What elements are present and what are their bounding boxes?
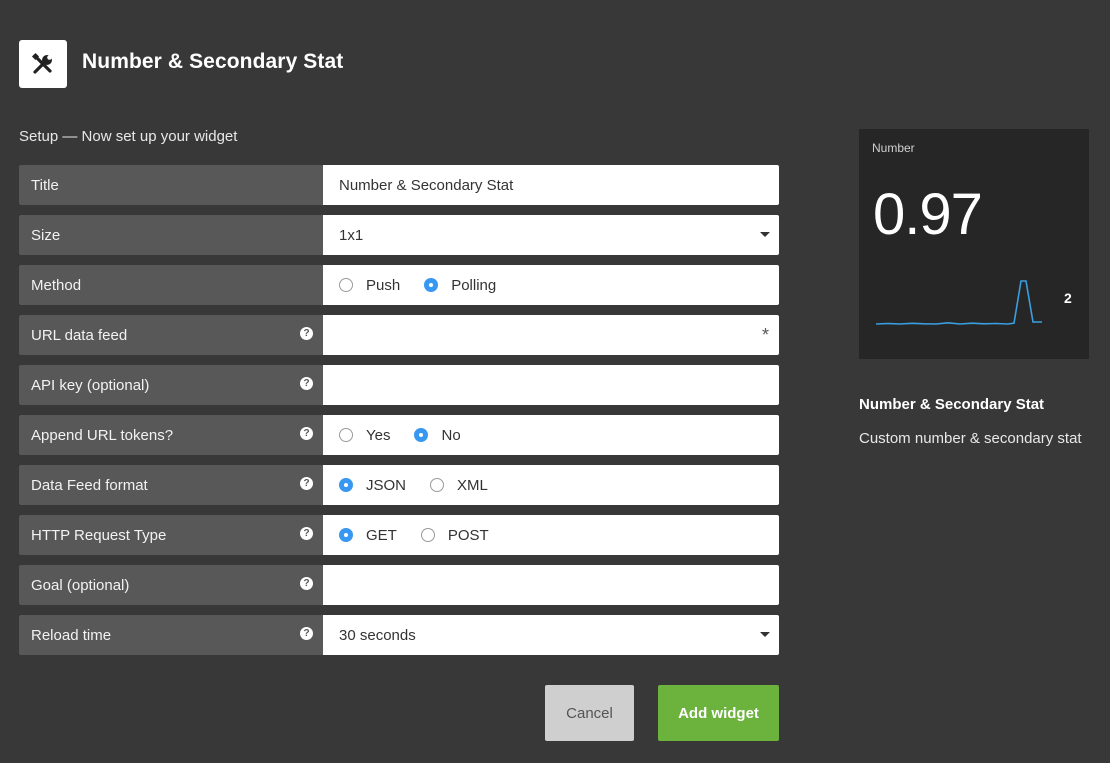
format-option-json[interactable]: JSON bbox=[339, 477, 406, 494]
reload-time-label-text: Reload time bbox=[31, 626, 112, 644]
radio-json[interactable] bbox=[339, 478, 353, 492]
chevron-down-icon bbox=[760, 632, 770, 637]
cancel-button[interactable]: Cancel bbox=[545, 685, 634, 741]
page-title: Number & Secondary Stat bbox=[82, 50, 344, 73]
form-row-api-key: API key (optional) ? bbox=[19, 365, 779, 405]
radio-push-label: Push bbox=[366, 276, 401, 294]
radio-polling[interactable] bbox=[424, 278, 439, 292]
size-select-value: 1x1 bbox=[339, 226, 364, 244]
radio-post[interactable] bbox=[420, 528, 435, 542]
radio-post-label: POST bbox=[447, 526, 489, 544]
form-row-method: Method Push Polling bbox=[19, 265, 779, 305]
widget-name: Number & Secondary Stat bbox=[859, 396, 1045, 413]
goal-label-text: Goal (optional) bbox=[31, 576, 130, 594]
required-asterisk: * bbox=[761, 325, 769, 345]
widget-preview: Number 0.97 2 bbox=[859, 129, 1089, 359]
help-icon[interactable]: ? bbox=[300, 477, 313, 490]
title-input[interactable]: Number & Secondary Stat bbox=[323, 165, 779, 205]
request-option-get[interactable]: GET bbox=[339, 527, 397, 544]
reload-time-label: Reload time ? bbox=[19, 615, 323, 655]
help-icon[interactable]: ? bbox=[300, 527, 313, 540]
widget-description: Custom number & secondary stat bbox=[859, 430, 1082, 447]
sparkline-line bbox=[876, 280, 1042, 325]
form-row-url-data-feed: URL data feed ? * bbox=[19, 315, 779, 355]
form-row-http-request-type: HTTP Request Type ? GET POST bbox=[19, 515, 779, 555]
reload-time-select[interactable]: 30 seconds bbox=[323, 615, 779, 655]
form-row-data-feed-format: Data Feed format ? JSON XML bbox=[19, 465, 779, 505]
method-option-push[interactable]: Push bbox=[339, 277, 400, 294]
data-feed-format-label: Data Feed format ? bbox=[19, 465, 323, 505]
api-key-label-text: API key (optional) bbox=[31, 376, 150, 394]
sparkline bbox=[876, 280, 1042, 325]
widget-type-icon bbox=[19, 40, 67, 88]
goal-label: Goal (optional) ? bbox=[19, 565, 323, 605]
radio-yes-label: Yes bbox=[366, 426, 391, 444]
http-request-type-label-text: HTTP Request Type bbox=[31, 526, 167, 544]
size-label: Size bbox=[19, 215, 323, 255]
form-row-goal: Goal (optional) ? bbox=[19, 565, 779, 605]
form-row-reload-time: Reload time ? 30 seconds bbox=[19, 615, 779, 655]
form-row-title: Title Number & Secondary Stat bbox=[19, 165, 779, 205]
help-icon[interactable]: ? bbox=[300, 327, 313, 340]
radio-no[interactable] bbox=[414, 428, 429, 442]
radio-no-label: No bbox=[441, 426, 461, 444]
url-data-feed-label: URL data feed ? bbox=[19, 315, 323, 355]
preview-secondary-stat: 2 bbox=[1064, 290, 1072, 306]
form-row-append-url-tokens: Append URL tokens? ? Yes No bbox=[19, 415, 779, 455]
widget-setup-form: Title Number & Secondary Stat Size 1x1 M… bbox=[19, 165, 779, 665]
radio-push[interactable] bbox=[339, 278, 353, 292]
append-tokens-option-no[interactable]: No bbox=[414, 426, 461, 444]
format-option-xml[interactable]: XML bbox=[430, 477, 488, 494]
method-label: Method bbox=[19, 265, 323, 305]
append-url-tokens-radio-group: Yes No bbox=[323, 415, 779, 455]
preview-label: Number bbox=[872, 141, 915, 155]
http-request-type-radio-group: GET POST bbox=[323, 515, 779, 555]
url-data-feed-input[interactable]: * bbox=[323, 315, 779, 355]
method-radio-group: Push Polling bbox=[323, 265, 779, 305]
radio-xml-label: XML bbox=[457, 476, 488, 494]
http-request-type-label: HTTP Request Type ? bbox=[19, 515, 323, 555]
radio-json-label: JSON bbox=[366, 476, 407, 494]
radio-get-label: GET bbox=[366, 526, 397, 544]
url-data-feed-label-text: URL data feed bbox=[31, 326, 128, 344]
reload-time-value: 30 seconds bbox=[339, 626, 416, 644]
setup-instructions: Setup — Now set up your widget bbox=[19, 128, 238, 145]
preview-number: 0.97 bbox=[873, 182, 983, 247]
append-url-tokens-label-text: Append URL tokens? bbox=[31, 426, 174, 444]
chevron-down-icon bbox=[760, 232, 770, 237]
append-url-tokens-label: Append URL tokens? ? bbox=[19, 415, 323, 455]
help-icon[interactable]: ? bbox=[300, 627, 313, 640]
form-row-size: Size 1x1 bbox=[19, 215, 779, 255]
data-feed-format-radio-group: JSON XML bbox=[323, 465, 779, 505]
api-key-input[interactable] bbox=[323, 365, 779, 405]
title-input-value: Number & Secondary Stat bbox=[339, 176, 514, 194]
radio-xml[interactable] bbox=[430, 478, 445, 492]
size-select[interactable]: 1x1 bbox=[323, 215, 779, 255]
api-key-label: API key (optional) ? bbox=[19, 365, 323, 405]
title-label: Title bbox=[19, 165, 323, 205]
method-option-polling[interactable]: Polling bbox=[424, 277, 496, 294]
radio-get[interactable] bbox=[339, 528, 353, 542]
help-icon[interactable]: ? bbox=[300, 427, 313, 440]
data-feed-format-label-text: Data Feed format bbox=[31, 476, 148, 494]
goal-input[interactable] bbox=[323, 565, 779, 605]
help-icon[interactable]: ? bbox=[300, 377, 313, 390]
radio-yes[interactable] bbox=[339, 428, 353, 442]
request-option-post[interactable]: POST bbox=[420, 526, 489, 544]
tools-icon bbox=[31, 52, 52, 74]
radio-polling-label: Polling bbox=[451, 276, 497, 294]
add-widget-button[interactable]: Add widget bbox=[658, 685, 779, 741]
help-icon[interactable]: ? bbox=[300, 577, 313, 590]
append-tokens-option-yes[interactable]: Yes bbox=[339, 427, 390, 444]
